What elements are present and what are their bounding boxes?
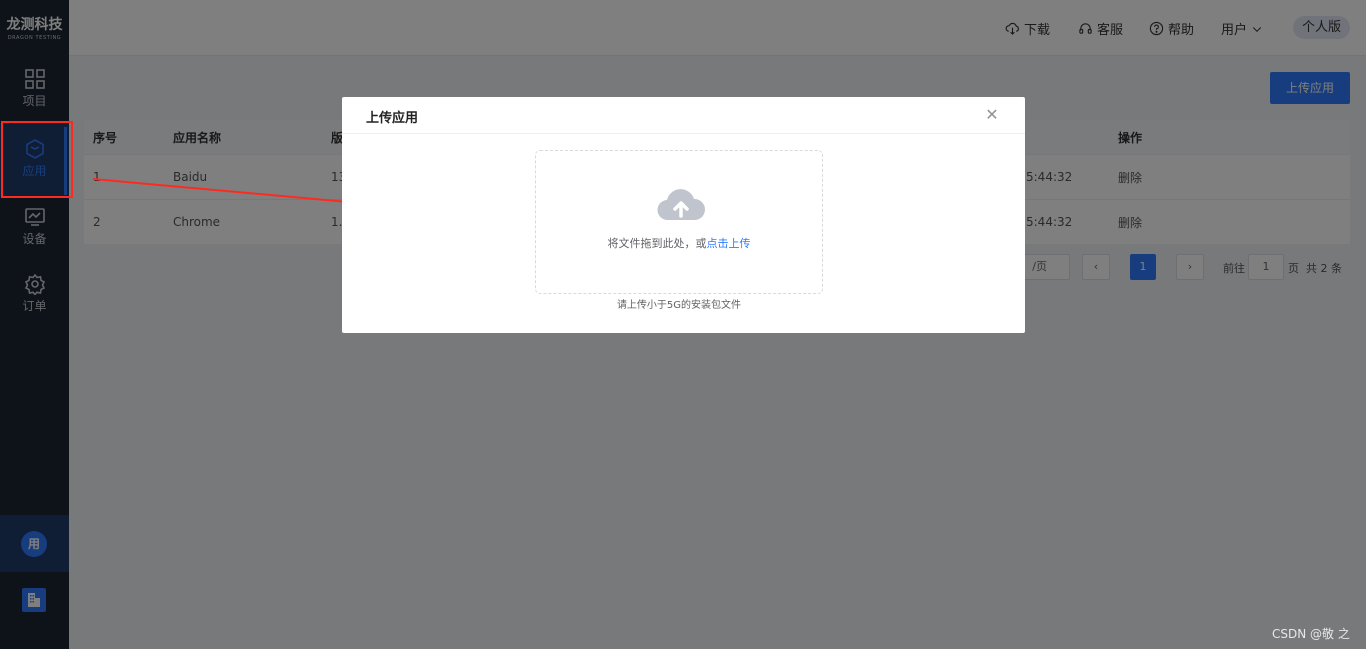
upload-tip: 请上传小于5G的安装包文件 [616, 300, 742, 311]
cloud-upload-icon [657, 189, 706, 221]
drop-text: 将文件拖到此处，或 [607, 237, 707, 250]
drop-instructions: 将文件拖到此处，或点击上传 [536, 235, 822, 251]
close-icon[interactable]: ✕ [984, 107, 1000, 123]
upload-dropzone[interactable]: 将文件拖到此处，或点击上传 [535, 150, 823, 294]
watermark: CSDN @敬 之 [1272, 627, 1350, 641]
dialog-title: 上传应用 [366, 111, 419, 126]
click-upload-link[interactable]: 点击上传 [707, 237, 751, 250]
upload-dialog: 上传应用 ✕ 将文件拖到此处，或点击上传 请上传小于5G的安装包文件 [342, 97, 1025, 333]
dialog-divider [342, 133, 1025, 134]
